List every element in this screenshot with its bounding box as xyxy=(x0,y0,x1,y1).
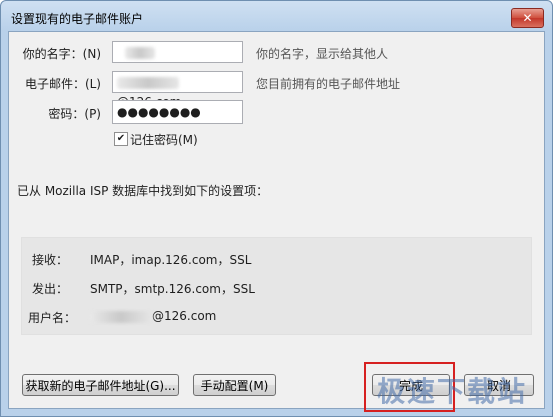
email-field[interactable]: @126.com xyxy=(112,71,243,109)
name-label: 你的名字：(N) xyxy=(22,47,101,61)
dialog-window: 设置现有的电子邮件账户 ✕ 你的名字：(N) 你的名字，显示给其他人 电子邮件：… xyxy=(0,0,553,417)
watermark: 极速下载站 xyxy=(377,375,528,408)
email-row: 电子邮件：(L) @126.com 您目前拥有的电子邮件地址 xyxy=(9,70,544,109)
incoming-value: IMAP，imap.126.com，SSL xyxy=(90,253,252,267)
remember-label[interactable]: 记住密码(M) xyxy=(130,131,198,148)
title-bar: 设置现有的电子邮件账户 ✕ xyxy=(1,1,552,35)
redacted-email xyxy=(117,76,179,89)
found-text: 已从 Mozilla ISP 数据库中找到如下的设置项： xyxy=(17,184,269,198)
password-label: 密码：(P) xyxy=(48,107,101,121)
manual-config-button[interactable]: 手动配置(M) xyxy=(193,374,276,396)
outgoing-value: SMTP，smtp.126.com，SSL xyxy=(90,282,255,296)
outgoing-label: 发出： xyxy=(32,282,69,296)
remember-checkbox[interactable]: ✔ xyxy=(114,132,128,146)
settings-panel: 接收： IMAP，imap.126.com，SSL 发出： SMTP，smtp.… xyxy=(21,237,532,335)
dialog-title: 设置现有的电子邮件账户 xyxy=(11,12,144,26)
username-suffix: @126.com xyxy=(152,309,217,323)
password-row: 密码：(P) ●●●●●●●● xyxy=(9,99,544,125)
password-field[interactable]: ●●●●●●●● xyxy=(112,100,243,124)
email-label: 电子邮件：(L) xyxy=(24,77,101,91)
name-row: 你的名字：(N) 你的名字，显示给其他人 xyxy=(9,40,544,64)
email-hint: 您目前拥有的电子邮件地址 xyxy=(256,77,401,91)
name-field[interactable] xyxy=(112,41,243,63)
close-button[interactable]: ✕ xyxy=(511,8,544,28)
dialog-content: 你的名字：(N) 你的名字，显示给其他人 电子邮件：(L) @126.com 您… xyxy=(8,31,545,412)
password-value: ●●●●●●●● xyxy=(117,105,201,119)
redacted-name xyxy=(125,46,155,59)
redacted-username xyxy=(90,310,152,323)
username-label: 用户名： xyxy=(28,311,77,325)
username-value: @126.com xyxy=(90,309,216,323)
name-hint: 你的名字，显示给其他人 xyxy=(256,47,389,61)
get-new-email-button[interactable]: 获取新的电子邮件地址(G)... xyxy=(22,374,179,396)
remember-row: ✔ 记住密码(M) xyxy=(9,130,544,148)
incoming-label: 接收： xyxy=(32,253,69,267)
